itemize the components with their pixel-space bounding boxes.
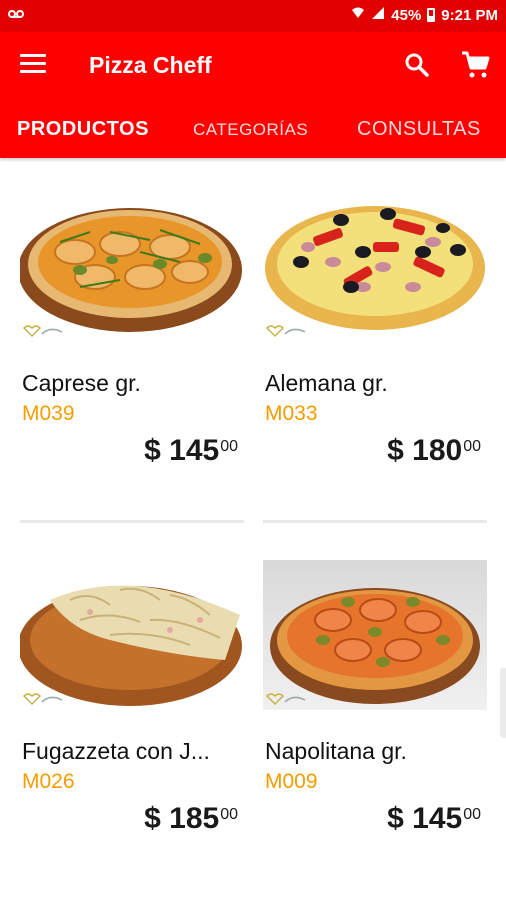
app-title: Pizza Cheff: [89, 52, 212, 78]
scrollbar[interactable]: [500, 668, 506, 738]
tab-productos[interactable]: PRODUCTOS: [17, 118, 149, 141]
product-price: $ 14500: [144, 434, 238, 467]
product-code: M033: [265, 402, 318, 425]
product-code: M026: [22, 770, 75, 793]
product-price: $ 14500: [387, 802, 481, 835]
brand-logo-icon: [265, 324, 309, 340]
product-name: Alemana gr.: [265, 370, 388, 396]
product-name: Fugazzeta con J...: [22, 738, 210, 764]
voicemail-icon: [8, 7, 24, 22]
signal-icon: [371, 6, 385, 24]
product-image: [263, 192, 487, 342]
tab-bar: PRODUCTOS CATEGORÍAS CONSULTAS: [0, 100, 506, 158]
product-image: [20, 192, 244, 342]
clock: 9:21 PM: [441, 6, 498, 24]
tab-consultas[interactable]: CONSULTAS: [357, 118, 481, 141]
battery-icon: [427, 8, 436, 22]
search-icon[interactable]: [404, 52, 430, 78]
brand-logo-icon: [22, 692, 66, 708]
status-bar: 45% 9:21 PM: [0, 0, 506, 32]
menu-icon[interactable]: [20, 54, 46, 76]
product-code: M009: [265, 770, 318, 793]
product-price: $ 18500: [144, 802, 238, 835]
product-code: M039: [22, 402, 75, 425]
brand-logo-icon: [22, 324, 66, 340]
app-bar: Pizza Cheff: [0, 32, 506, 100]
product-image: [20, 560, 244, 710]
product-price: $ 18000: [387, 434, 481, 467]
product-image: [263, 560, 487, 710]
brand-logo-icon: [265, 692, 309, 708]
card-divider: [20, 520, 244, 523]
tab-categorias[interactable]: CATEGORÍAS: [193, 120, 308, 140]
battery-percent: 45%: [391, 6, 422, 24]
cart-icon[interactable]: [460, 50, 490, 80]
product-name: Napolitana gr.: [265, 738, 407, 764]
card-divider: [263, 520, 487, 523]
product-name: Caprese gr.: [22, 370, 141, 396]
wifi-icon: [351, 6, 365, 24]
